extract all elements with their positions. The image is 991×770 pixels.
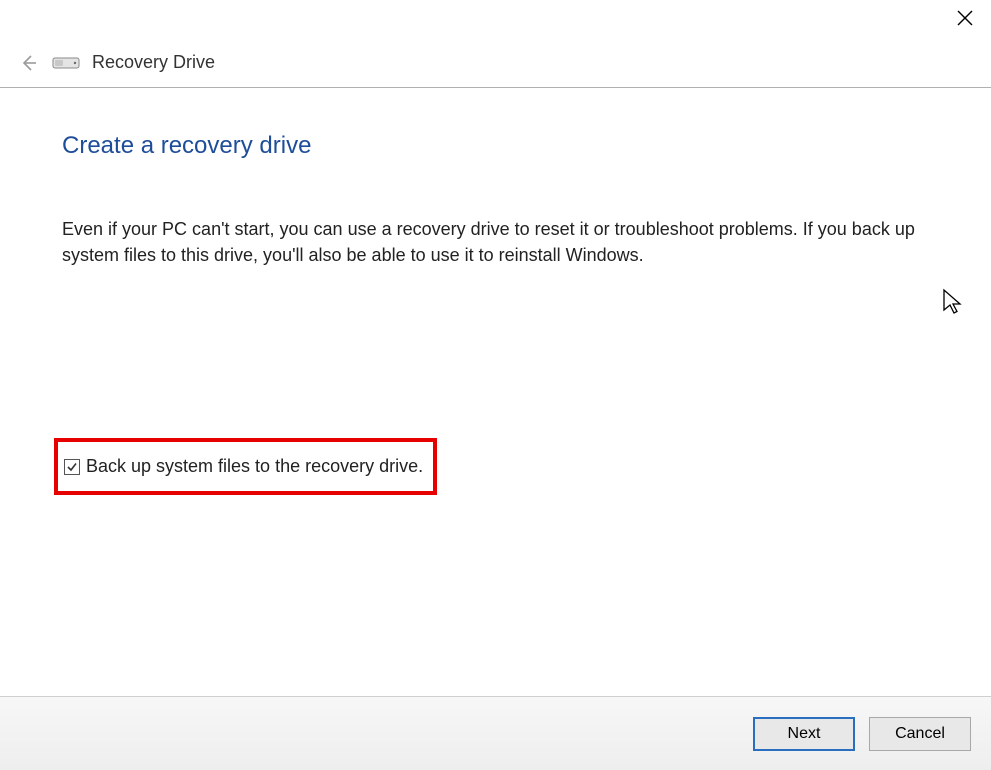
close-icon bbox=[957, 10, 973, 26]
description-text: Even if your PC can't start, you can use… bbox=[62, 216, 931, 268]
backup-checkbox[interactable] bbox=[64, 459, 80, 475]
recovery-drive-icon bbox=[52, 54, 80, 72]
checkmark-icon bbox=[66, 461, 78, 473]
page-heading: Create a recovery drive bbox=[62, 132, 931, 160]
backup-checkbox-label: Back up system files to the recovery dri… bbox=[86, 456, 423, 477]
title-bar bbox=[0, 0, 991, 38]
header-title: Recovery Drive bbox=[92, 52, 215, 73]
header-row: Recovery Drive bbox=[0, 38, 991, 88]
next-button[interactable]: Next bbox=[753, 717, 855, 751]
checkbox-highlight-box: Back up system files to the recovery dri… bbox=[54, 438, 437, 495]
content-area: Create a recovery drive Even if your PC … bbox=[0, 88, 991, 495]
back-button[interactable] bbox=[18, 52, 40, 74]
backup-checkbox-row[interactable]: Back up system files to the recovery dri… bbox=[64, 456, 423, 477]
cancel-button[interactable]: Cancel bbox=[869, 717, 971, 751]
footer-bar: Next Cancel bbox=[0, 696, 991, 770]
back-arrow-icon bbox=[19, 53, 39, 73]
close-button[interactable] bbox=[953, 6, 977, 30]
